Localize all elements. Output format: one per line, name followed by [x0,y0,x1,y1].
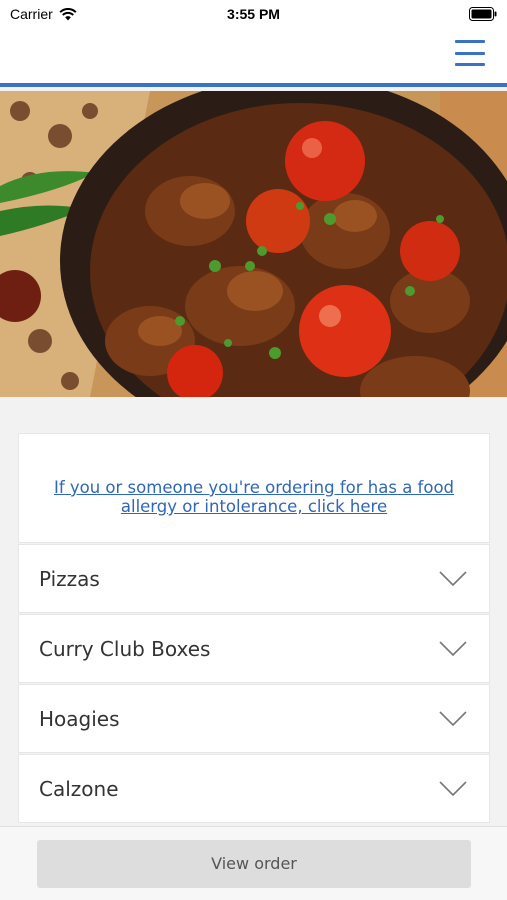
category-row-pizzas[interactable]: Pizzas [18,544,490,613]
view-order-button[interactable]: View order [37,840,471,888]
category-label: Curry Club Boxes [39,637,211,661]
allergy-link[interactable]: If you or someone you're ordering for ha… [39,478,469,516]
hero-image [0,91,507,397]
category-label: Calzone [39,777,119,801]
status-bar: Carrier 3:55 PM [0,0,507,30]
hamburger-menu-icon[interactable] [455,40,485,66]
chevron-down-icon [439,781,467,797]
curry-dish-photo [0,91,507,397]
category-label: Hoagies [39,707,120,731]
menu-content: If you or someone you're ordering for ha… [18,433,490,823]
chevron-down-icon [439,571,467,587]
chevron-down-icon [439,711,467,727]
battery-icon [469,7,497,24]
status-time: 3:55 PM [227,6,280,22]
category-row-hoagies[interactable]: Hoagies [18,684,490,753]
category-label: Pizzas [39,567,100,591]
allergy-notice: If you or someone you're ordering for ha… [18,433,490,543]
category-row-curry-club-boxes[interactable]: Curry Club Boxes [18,614,490,683]
app-header [0,30,507,87]
chevron-down-icon [439,641,467,657]
bottom-bar: View order [0,826,507,900]
category-row-calzone[interactable]: Calzone [18,754,490,823]
